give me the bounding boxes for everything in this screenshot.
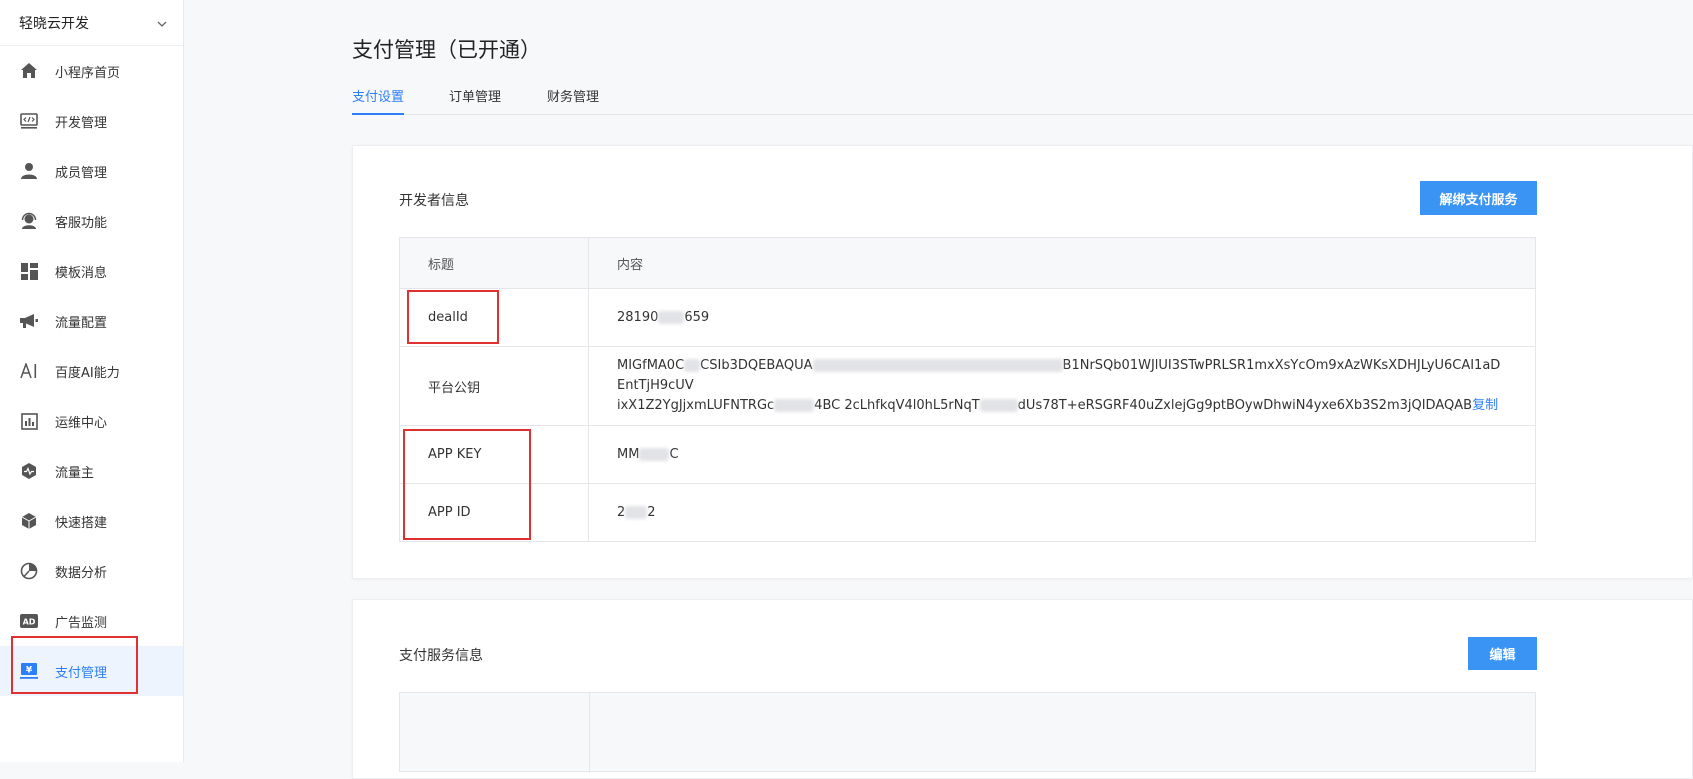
grid-icon — [19, 261, 39, 281]
value-visible-part: C — [669, 447, 679, 462]
sidebar-item-ops-center[interactable]: 运维中心 — [0, 396, 183, 446]
redacted-mask — [625, 506, 648, 519]
value-visible-part: 659 — [684, 310, 710, 325]
value-visible-part: CSIb3DQEBAQUA — [700, 358, 813, 373]
tab-order-management[interactable]: 订单管理 — [449, 86, 501, 115]
redacted-mask — [979, 399, 1018, 412]
person-icon — [19, 161, 39, 181]
bar-chart-icon — [19, 411, 39, 431]
page-title: 支付管理（已开通） — [352, 38, 541, 62]
sidebar-item-label: 开发管理 — [55, 115, 108, 131]
sidebar-item-label: 流量配置 — [55, 315, 108, 331]
redacted-mask — [639, 448, 670, 461]
sidebar-item-home[interactable]: 小程序首页 — [0, 46, 183, 96]
value-visible-part: dUs78T+eRSGRF40uZxlejGg9ptBOywDhwiN4yxe6… — [1017, 398, 1473, 413]
copy-link[interactable]: 复制 — [1472, 398, 1498, 413]
unbind-payment-button[interactable]: 解绑支付服务 — [1420, 181, 1537, 215]
row-key: APP KEY — [399, 425, 589, 484]
sidebar-item-data-analysis[interactable]: 数据分析 — [0, 546, 183, 596]
home-icon — [19, 61, 39, 81]
redacted-mask — [812, 359, 1063, 372]
sidebar-item-traffic-config[interactable]: 流量配置 — [0, 296, 183, 346]
table-row: APP ID 22 — [399, 483, 1536, 542]
tab-payment-settings[interactable]: 支付设置 — [352, 86, 405, 115]
sidebar-item-label: 快速搭建 — [55, 515, 108, 531]
pie-chart-icon — [19, 561, 39, 581]
code-icon — [19, 111, 39, 131]
developer-info-card: 开发者信息 解绑支付服务 标题 内容 dealId 28190 659 平台公钥 … — [352, 145, 1693, 579]
sidebar-item-template-msg[interactable]: 模板消息 — [0, 246, 183, 296]
pulse-icon — [19, 461, 39, 481]
ai-icon — [19, 361, 39, 381]
sidebar-item-label: 运维中心 — [55, 415, 108, 431]
ad-icon: AD — [19, 611, 39, 631]
svg-text:¥: ¥ — [26, 666, 33, 676]
value-visible-part: 4BC 2cLhfkqV4l0hL5rNqT — [814, 398, 980, 413]
redacted-mask — [684, 359, 701, 372]
sidebar-item-dev[interactable]: 开发管理 — [0, 96, 183, 146]
row-value: 28190 659 — [588, 288, 1536, 347]
table-header-row: 标题 内容 — [399, 237, 1536, 289]
megaphone-icon — [19, 311, 39, 331]
sidebar-item-traffic-owner[interactable]: 流量主 — [0, 446, 183, 496]
sidebar-item-label: 百度AI能力 — [55, 365, 120, 381]
sidebar-item-label: 模板消息 — [55, 265, 108, 281]
table-divider — [589, 693, 590, 773]
app-name: 轻晓云开发 — [19, 15, 89, 32]
table-row: dealId 28190 659 — [399, 288, 1536, 347]
sidebar-item-label: 小程序首页 — [55, 65, 121, 81]
table-header-title: 标题 — [399, 237, 589, 289]
sidebar-item-ad-monitor[interactable]: AD 广告监测 — [0, 596, 183, 646]
value-visible-part: MIGfMA0C — [617, 358, 685, 373]
edit-button[interactable]: 编辑 — [1468, 637, 1537, 670]
value-visible-part: 2 — [617, 505, 626, 520]
sidebar-item-payment[interactable]: ¥ 支付管理 — [0, 646, 183, 696]
row-value: MIGfMA0C CSIb3DQEBAQUA B1NrSQb01WJlUI3STwP… — [588, 346, 1536, 426]
tab-bar: 支付设置 订单管理 财务管理 — [352, 86, 1693, 115]
sidebar-item-label: 数据分析 — [55, 565, 108, 581]
sidebar-item-customer-service[interactable]: 客服功能 — [0, 196, 183, 246]
svg-text:AD: AD — [23, 618, 36, 627]
main-content: 支付管理（已开通） 支付设置 订单管理 财务管理 开发者信息 解绑支付服务 标题… — [184, 0, 1693, 779]
sidebar: 轻晓云开发 小程序首页 开发管理 成员管理 客服功能 模板消息 流量配置 百度A… — [0, 0, 184, 762]
sidebar-item-members[interactable]: 成员管理 — [0, 146, 183, 196]
row-key: APP ID — [399, 483, 589, 542]
sidebar-item-label: 客服功能 — [55, 215, 108, 231]
value-visible-part: ixX1Z2YgJjxmLUFNTRGc — [617, 398, 775, 413]
sidebar-item-label: 支付管理 — [55, 665, 108, 681]
sidebar-item-baidu-ai[interactable]: 百度AI能力 — [0, 346, 183, 396]
app-switcher[interactable]: 轻晓云开发 — [0, 0, 183, 46]
value-visible-part: 28190 — [617, 310, 659, 325]
table-row: APP KEY MM C — [399, 425, 1536, 484]
payment-service-card: 支付服务信息 编辑 — [352, 599, 1693, 779]
row-key: 平台公钥 — [399, 346, 589, 426]
row-value: 22 — [588, 483, 1536, 542]
cube-icon — [19, 511, 39, 531]
table-header-content: 内容 — [588, 237, 1536, 289]
sidebar-item-label: 成员管理 — [55, 165, 108, 181]
redacted-mask — [658, 311, 685, 324]
payment-service-table — [399, 692, 1536, 773]
sidebar-item-label: 广告监测 — [55, 615, 108, 631]
card-title: 开发者信息 — [399, 193, 469, 209]
redacted-mask — [774, 399, 815, 412]
sidebar-item-label: 流量主 — [55, 465, 95, 481]
table-row: 平台公钥 MIGfMA0C CSIb3DQEBAQUA B1NrSQb01WJlUI… — [399, 346, 1536, 426]
value-visible-part: MM — [617, 447, 640, 462]
payment-icon: ¥ — [19, 661, 39, 681]
row-value: MM C — [588, 425, 1536, 484]
tab-finance-management[interactable]: 财务管理 — [547, 86, 599, 115]
headset-icon — [19, 211, 39, 231]
row-key: dealId — [399, 288, 589, 347]
chevron-down-icon — [157, 16, 167, 30]
sidebar-item-quick-build[interactable]: 快速搭建 — [0, 496, 183, 546]
developer-info-table: 标题 内容 dealId 28190 659 平台公钥 MIGfMA0C CSIb3… — [399, 237, 1536, 542]
value-visible-part: 2 — [647, 505, 656, 520]
card-title: 支付服务信息 — [399, 648, 483, 664]
